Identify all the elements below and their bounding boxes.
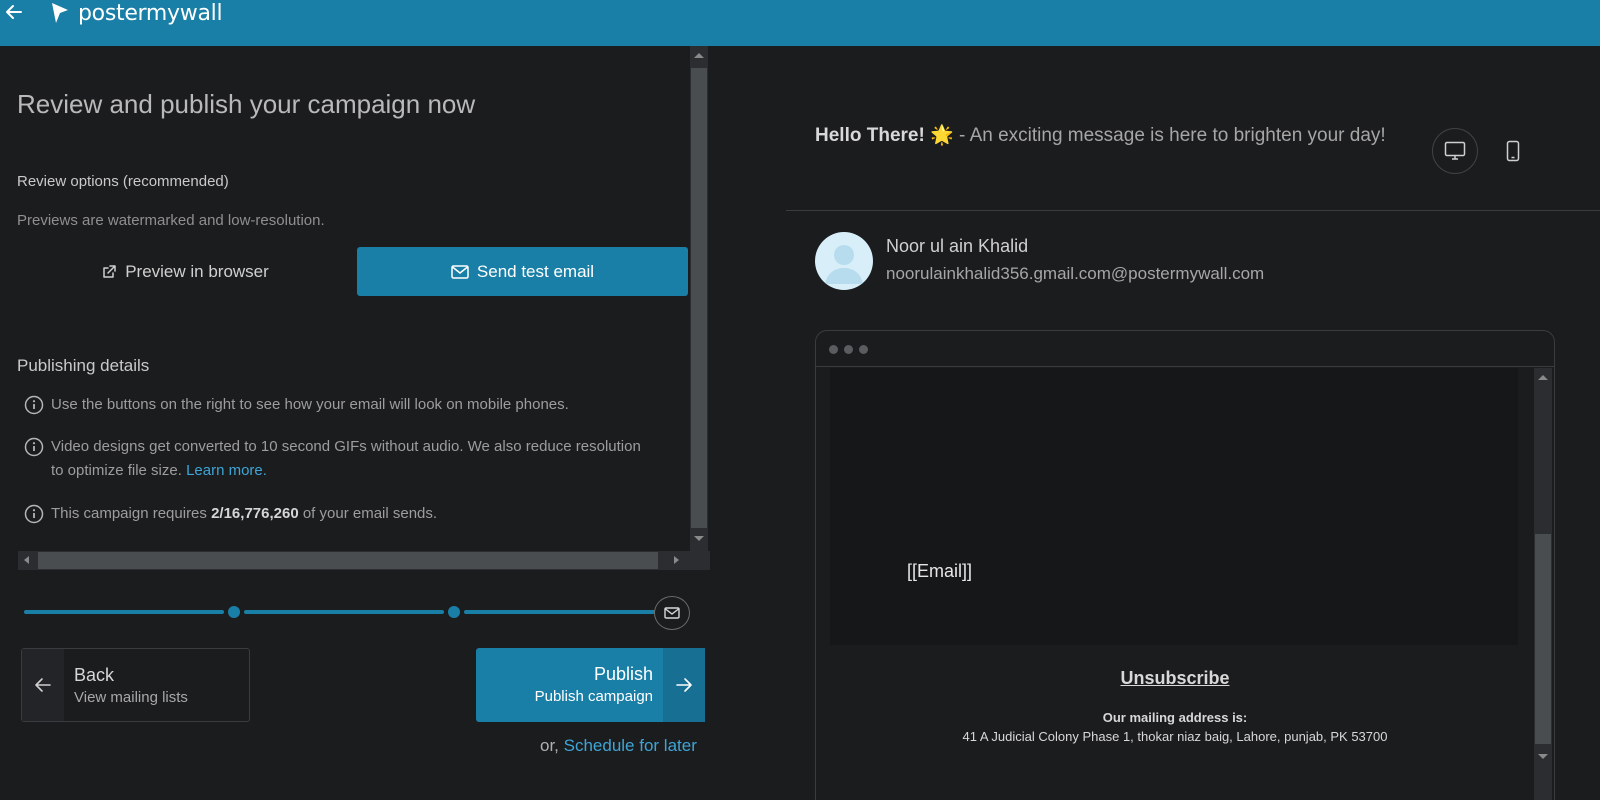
stepper-dot-2 bbox=[448, 606, 460, 618]
back-button[interactable]: Back View mailing lists bbox=[21, 648, 250, 722]
info-mobile-text: Use the buttons on the right to see how … bbox=[51, 396, 569, 413]
window-dot bbox=[859, 345, 868, 354]
publishing-details-title: Publishing details bbox=[17, 356, 150, 375]
info-video-line2: to optimize file size. bbox=[51, 462, 187, 479]
subject-rest: - An exciting message is here to brighte… bbox=[953, 125, 1386, 146]
mobile-phone-icon bbox=[1506, 140, 1520, 162]
back-button-title: Back bbox=[74, 665, 115, 685]
email-scrollbar-thumb[interactable] bbox=[1535, 534, 1551, 744]
window-dot bbox=[844, 345, 853, 354]
sender-email: noorulainkhalid356.gmail.com@postermywal… bbox=[886, 264, 1265, 283]
logo[interactable]: postermywall bbox=[50, 0, 223, 26]
email-preview-panel: Hello There! 🌟 - An exciting message is … bbox=[722, 46, 1600, 800]
arrow-left-icon bbox=[35, 678, 51, 692]
scroll-up-arrow-icon[interactable] bbox=[1538, 375, 1548, 380]
left-panel: Review and publish your campaign now Rev… bbox=[0, 46, 722, 800]
external-link-icon bbox=[103, 264, 116, 278]
top-bar: postermywall bbox=[0, 0, 1600, 46]
arrow-right-icon bbox=[676, 678, 692, 692]
publish-button[interactable]: Publish Publish campaign bbox=[476, 648, 705, 722]
scroll-down-arrow-icon[interactable] bbox=[694, 536, 704, 541]
avatar bbox=[815, 232, 873, 290]
learn-more-link[interactable]: Learn more. bbox=[186, 462, 267, 479]
email-body: [[Email]] Unsubscribe Our mailing addres… bbox=[816, 368, 1534, 800]
back-arrow-icon[interactable] bbox=[4, 2, 24, 22]
scroll-left-arrow-icon[interactable] bbox=[24, 556, 29, 564]
horizontal-scrollbar[interactable] bbox=[18, 551, 710, 570]
review-options-label: Review options (recommended) bbox=[17, 173, 229, 190]
back-button-subtitle: View mailing lists bbox=[74, 689, 188, 706]
stepper-line-2 bbox=[244, 610, 444, 614]
back-arrow-box bbox=[22, 649, 64, 721]
desktop-icon bbox=[1444, 141, 1466, 160]
logo-text: postermywall bbox=[78, 0, 223, 26]
schedule-row: or, Schedule for later bbox=[540, 736, 697, 756]
publish-arrow-box bbox=[663, 648, 705, 722]
review-options-subtitle: Previews are watermarked and low-resolut… bbox=[17, 212, 325, 229]
send-test-email-label: Send test email bbox=[476, 261, 595, 281]
info-video: Video designs get converted to 10 second… bbox=[24, 435, 684, 483]
preview-in-browser-button[interactable]: Preview in browser bbox=[20, 247, 350, 296]
browser-bar bbox=[816, 331, 1554, 367]
page-title: Review and publish your campaign now bbox=[17, 89, 476, 119]
publish-button-title: Publish bbox=[593, 664, 653, 684]
sends-count: 2/16,776,260 bbox=[211, 505, 299, 522]
schedule-prefix: or, bbox=[540, 736, 564, 755]
info-sends: This campaign requires 2/16,776,260 of y… bbox=[24, 502, 684, 526]
stepper-line-1 bbox=[24, 610, 224, 614]
review-content: Review and publish your campaign now Rev… bbox=[0, 46, 690, 574]
horizontal-scrollbar-thumb[interactable] bbox=[38, 552, 658, 569]
scroll-right-arrow-icon[interactable] bbox=[674, 556, 679, 564]
info-video-line1: Video designs get converted to 10 second… bbox=[51, 438, 641, 455]
schedule-for-later-link[interactable]: Schedule for later bbox=[564, 736, 697, 755]
mailing-address: 41 A Judicial Colony Phase 1, thokar nia… bbox=[962, 729, 1388, 744]
scrollbar-thumb[interactable] bbox=[691, 68, 707, 528]
email-subject: Hello There! 🌟 - An exciting message is … bbox=[815, 120, 1405, 152]
email-scrollbar[interactable] bbox=[1534, 368, 1552, 800]
publish-button-subtitle: Publish campaign bbox=[534, 688, 653, 705]
stepper-dot-1 bbox=[228, 606, 240, 618]
progress-stepper bbox=[24, 596, 694, 630]
user-avatar-icon bbox=[825, 245, 863, 284]
sender-name: Noor ul ain Khalid bbox=[886, 236, 1029, 256]
stepper-final-step bbox=[654, 596, 690, 630]
preview-in-browser-label: Preview in browser bbox=[125, 261, 269, 281]
info-icon bbox=[24, 395, 44, 415]
vertical-scrollbar[interactable] bbox=[690, 46, 708, 551]
stepper-line-3 bbox=[464, 610, 656, 614]
subject-bold: Hello There! 🌟 bbox=[815, 125, 954, 146]
mobile-view-button[interactable] bbox=[1500, 128, 1526, 174]
scroll-down-arrow-icon[interactable] bbox=[1538, 754, 1548, 759]
envelope-icon bbox=[451, 264, 469, 279]
info-icon bbox=[24, 437, 44, 457]
sends-prefix: This campaign requires bbox=[51, 505, 212, 522]
unsubscribe-link[interactable]: Unsubscribe bbox=[816, 668, 1534, 689]
sends-suffix: of your email sends. bbox=[298, 505, 438, 522]
envelope-icon bbox=[664, 607, 680, 619]
header-divider bbox=[786, 210, 1600, 211]
email-content-area: [[Email]] bbox=[830, 368, 1518, 645]
email-browser-frame: [[Email]] Unsubscribe Our mailing addres… bbox=[815, 330, 1555, 800]
desktop-view-button[interactable] bbox=[1432, 128, 1478, 174]
info-mobile: Use the buttons on the right to see how … bbox=[24, 393, 684, 417]
scroll-up-arrow-icon[interactable] bbox=[694, 53, 704, 58]
mailing-address-label: Our mailing address is: bbox=[1102, 710, 1248, 725]
send-test-email-button[interactable]: Send test email bbox=[357, 247, 688, 296]
email-merge-tag: [[Email]] bbox=[907, 561, 973, 581]
logo-mark-icon bbox=[52, 3, 68, 23]
info-icon bbox=[24, 504, 44, 524]
window-dot bbox=[829, 345, 838, 354]
